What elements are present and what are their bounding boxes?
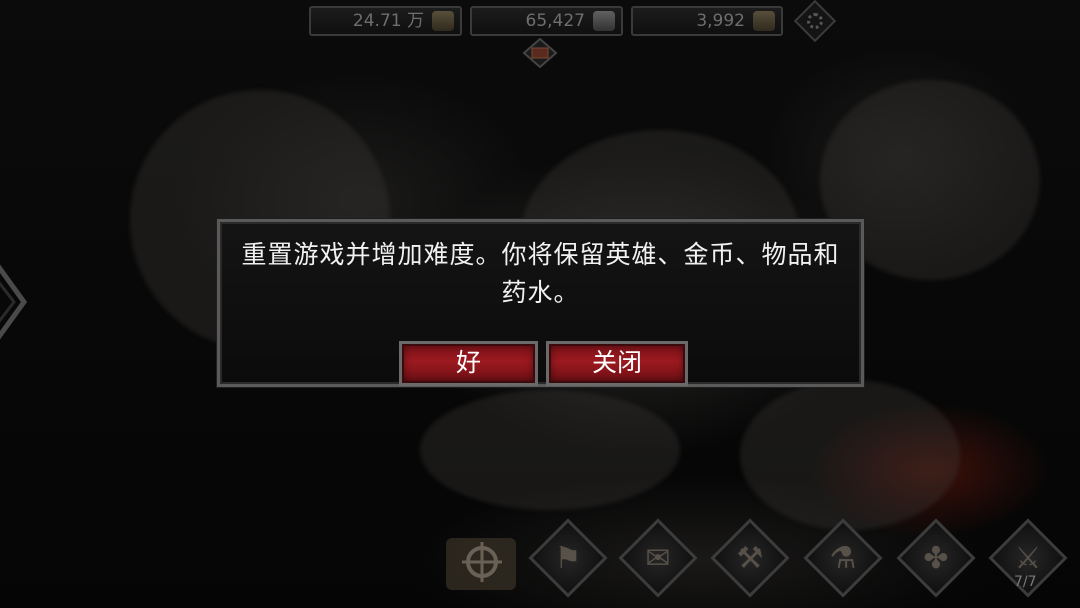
reset-game-dialog: 重置游戏并增加难度。你将保留英雄、金币、物品和药水。 好 关闭	[217, 219, 864, 387]
action-slot[interactable]: ⚒	[710, 518, 790, 598]
action-slot[interactable]: ⚑	[528, 518, 608, 598]
gold-value: 24.71 万	[352, 11, 424, 31]
gear-icon	[807, 13, 823, 29]
action-slot[interactable]: ✉	[618, 518, 698, 598]
gold-bars-icon	[753, 11, 775, 31]
gems-counter: 3,992	[631, 6, 783, 36]
left-arrow-icon	[0, 264, 28, 340]
quest-scroll-icon: ✉	[645, 540, 671, 576]
close-button[interactable]: 关闭	[546, 341, 688, 386]
action-slot[interactable]: ✤	[896, 518, 976, 598]
loot-bag-icon: ✤	[923, 540, 949, 576]
action-slot-map[interactable]	[440, 522, 524, 598]
coin-stack-icon	[432, 11, 454, 31]
slot-counter: 7/7	[1014, 574, 1037, 590]
map-target-icon	[446, 538, 516, 590]
gold-counter: 24.71 万	[309, 6, 462, 36]
action-slot[interactable]: ⚗	[803, 518, 883, 598]
scroll-menu-icon	[522, 37, 558, 69]
cave-rock	[420, 390, 680, 510]
potion-pouch-icon: ⚗	[829, 540, 857, 576]
gems-value: 3,992	[696, 11, 745, 31]
silver-value: 65,427	[525, 11, 585, 31]
menu-button[interactable]	[522, 37, 558, 69]
anvil-icon: ⚒	[736, 540, 764, 576]
back-arrow-button[interactable]	[0, 262, 28, 342]
flag-icon: ⚑	[554, 540, 582, 576]
cave-rock	[740, 380, 960, 530]
silver-pile-icon	[593, 11, 615, 31]
ok-button[interactable]: 好	[399, 341, 538, 386]
silver-counter: 65,427	[470, 6, 623, 36]
dialog-message: 重置游戏并增加难度。你将保留英雄、金币、物品和药水。	[241, 240, 840, 307]
